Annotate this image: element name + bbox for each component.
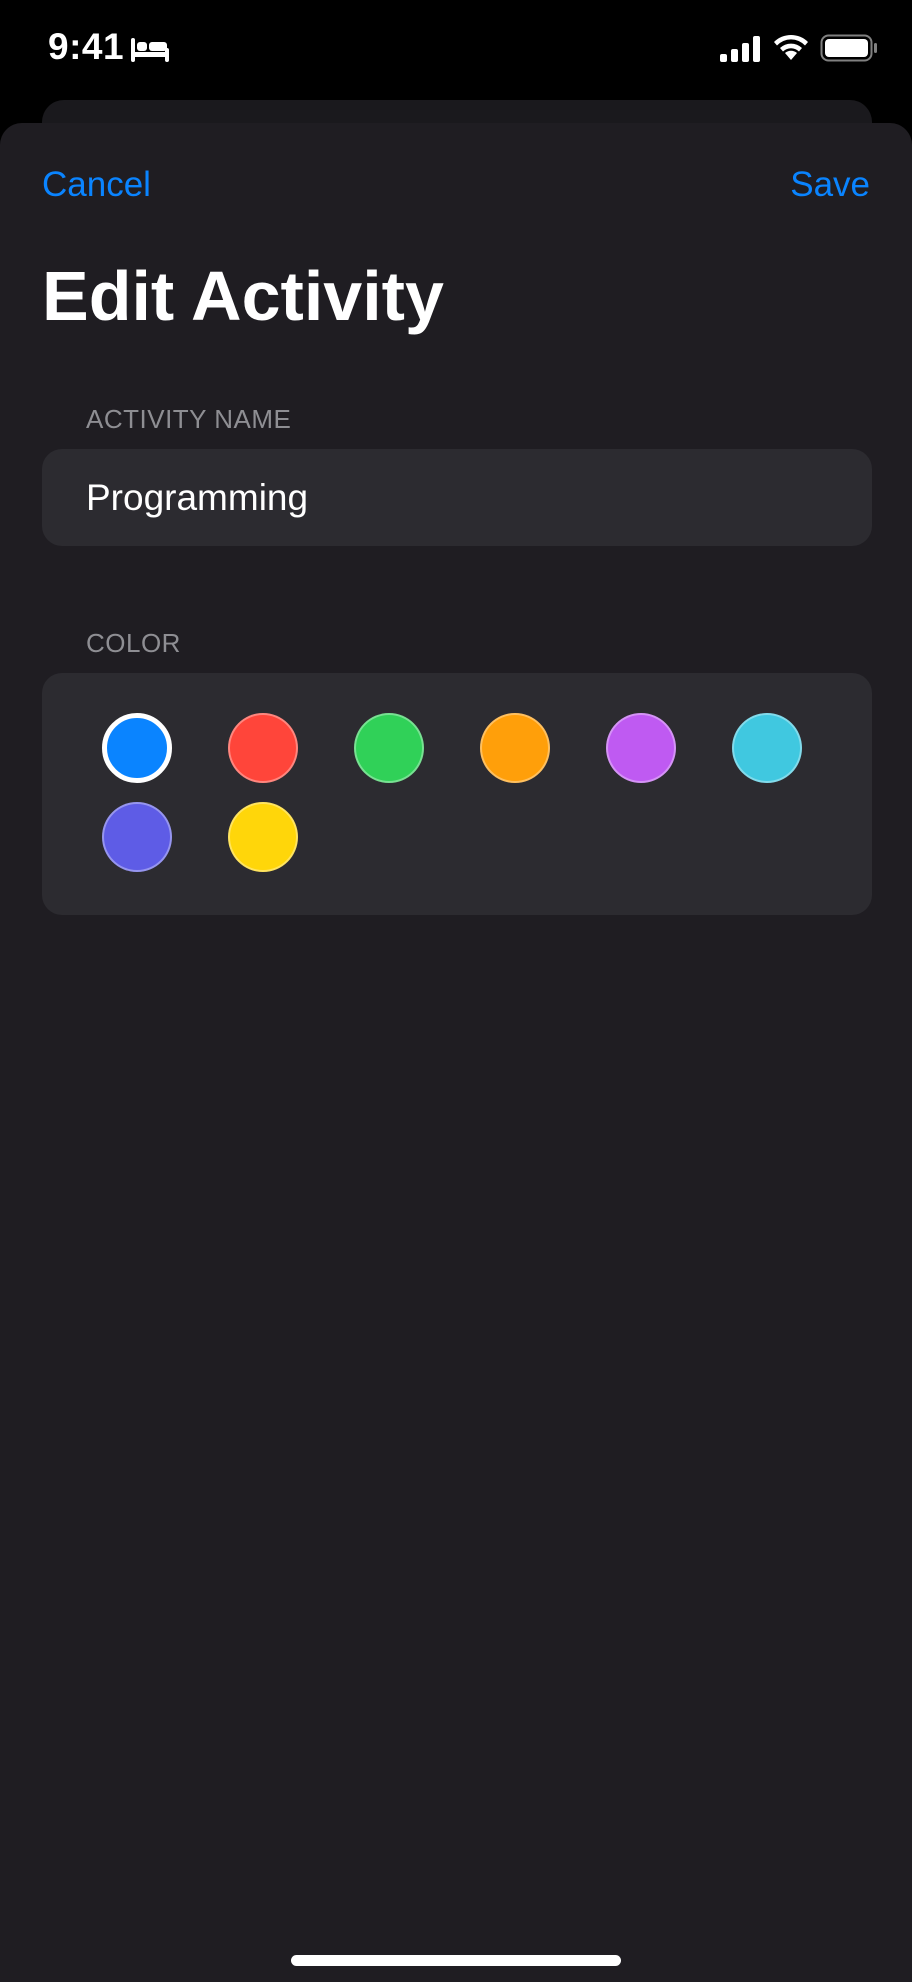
activity-name-input[interactable] (86, 449, 836, 546)
edit-activity-sheet: Cancel Save Edit Activity ACTIVITY NAME … (0, 123, 912, 1982)
battery-icon (820, 34, 877, 62)
color-swatch-yellow[interactable] (228, 802, 298, 872)
home-indicator[interactable] (291, 1955, 621, 1966)
status-bar: 9:41 (0, 0, 912, 100)
cellular-signal-icon (720, 36, 760, 62)
color-swatch-teal[interactable] (732, 713, 802, 783)
activity-name-field[interactable] (42, 449, 872, 546)
color-swatch-blue[interactable] (102, 713, 172, 783)
wifi-icon (774, 34, 808, 60)
activity-name-label: ACTIVITY NAME (86, 404, 292, 434)
color-swatch-red[interactable] (228, 713, 298, 783)
save-button[interactable]: Save (790, 165, 870, 205)
color-swatch-orange[interactable] (480, 713, 550, 783)
color-label: COLOR (86, 628, 181, 658)
color-swatch-green[interactable] (354, 713, 424, 783)
status-time: 9:41 (48, 26, 125, 67)
color-swatch-purple[interactable] (606, 713, 676, 783)
sleep-bed-icon (131, 38, 169, 62)
page-title: Edit Activity (42, 257, 444, 335)
cancel-button[interactable]: Cancel (42, 165, 151, 205)
color-swatch-indigo[interactable] (102, 802, 172, 872)
color-picker (42, 673, 872, 915)
